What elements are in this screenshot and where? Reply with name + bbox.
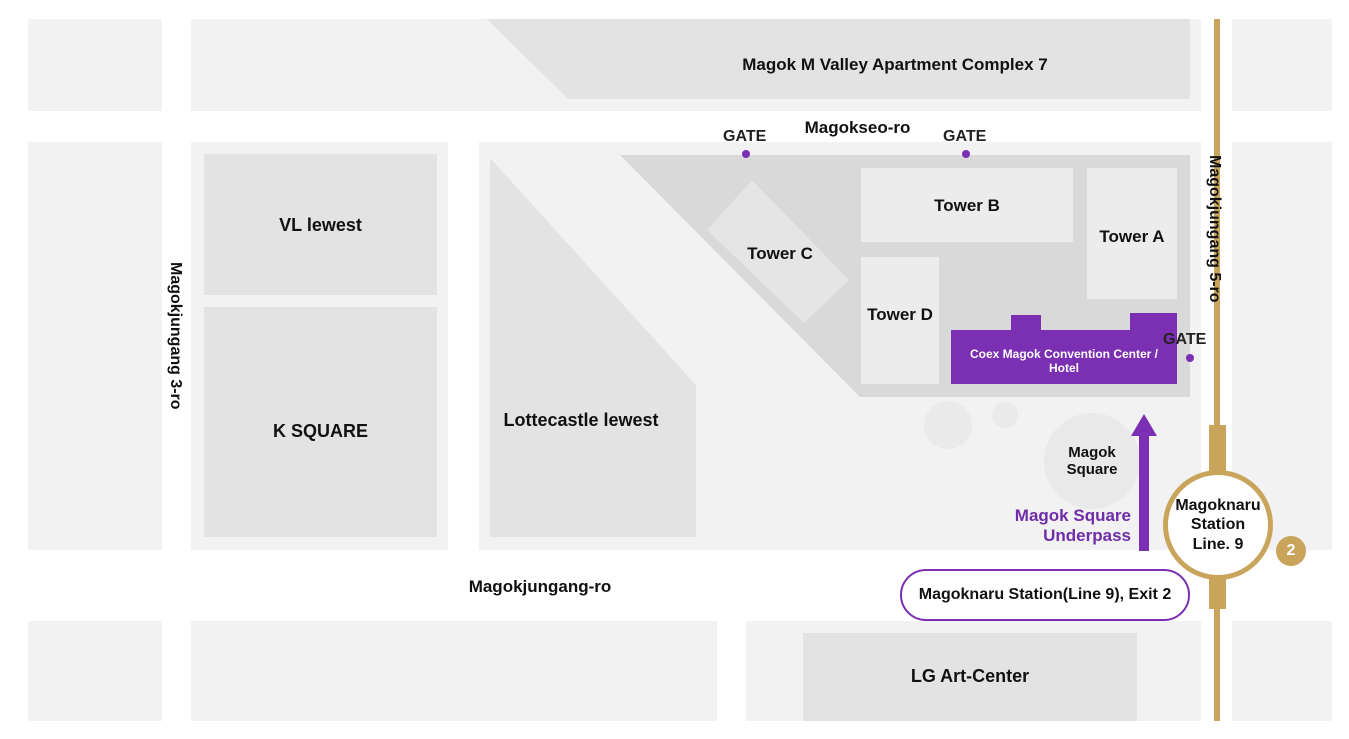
metro-line-9 <box>1214 19 1220 721</box>
block-top-left <box>28 19 162 111</box>
block-bottom-right <box>1232 621 1332 721</box>
tower-b-label: Tower B <box>934 196 1000 215</box>
magok-square-line1: Magok <box>1068 444 1116 461</box>
k-square-label: K SQUARE <box>272 421 368 441</box>
plaza-deco-small <box>992 402 1018 428</box>
tower-d-label: Tower D <box>867 305 933 324</box>
magok-square-line2: Square <box>1066 461 1118 479</box>
block-top-right <box>1232 19 1332 111</box>
plaza-deco-large <box>924 401 972 449</box>
gate-marker-2 <box>962 150 970 158</box>
road-magokseo-ro: Magokseo-ro <box>804 118 911 137</box>
vl-lewest-label: VL lewest <box>279 215 362 235</box>
magoknaru-station-marker: Magoknaru Station Line. 9 <box>1163 470 1273 580</box>
lg-art-center-label: LG Art-Center <box>910 666 1030 686</box>
convention-center-label: Coex Magok Convention Center / Hotel <box>951 338 1177 384</box>
station-line2: Station <box>1190 516 1246 534</box>
convention-line2: Hotel <box>1049 361 1079 375</box>
lottecastle-label-text: Lottecastle lewest <box>503 410 659 430</box>
exit-number-text: 2 <box>1286 542 1296 559</box>
apartment-label: Magok M Valley Apartment Complex 7 <box>742 55 1048 74</box>
underpass-label: Magok Square Underpass <box>985 506 1131 547</box>
block-mid-left <box>28 142 162 550</box>
exit-2-text: Magoknaru Station(Line 9), Exit 2 <box>918 586 1172 603</box>
gate-label-2: GATE <box>943 128 987 145</box>
station-line3: Line. 9 <box>1192 535 1244 553</box>
gate-label-1: GATE <box>723 128 767 145</box>
convention-line1: Coex Magok Convention Center / <box>969 346 1159 361</box>
block-bottom-mid <box>191 621 717 721</box>
exit-2-label: Magoknaru Station(Line 9), Exit 2 <box>900 569 1190 621</box>
station-line1: Magoknaru <box>1175 497 1261 515</box>
magok-square-label: Magok Square <box>1050 444 1134 479</box>
block-bottom-left <box>28 621 162 721</box>
gate-label-3: GATE <box>1163 331 1207 348</box>
road-magokjungang-5-ro: Magokjungang 5-ro <box>1206 155 1223 303</box>
underpass-line1: Magok Square <box>1014 506 1131 525</box>
underpass-line2: Underpass <box>1043 526 1131 546</box>
tower-c-label: Tower C <box>747 244 813 263</box>
underpass-arrow-shaft <box>1139 433 1149 551</box>
exit-number-badge: 2 <box>1276 536 1306 566</box>
gate-marker-1 <box>742 150 750 158</box>
tower-a-label: Tower A <box>1099 227 1165 246</box>
road-magokjungang-3-ro: Magokjungang 3-ro <box>167 262 184 410</box>
road-magokjungang-ro: Magokjungang-ro <box>468 577 612 596</box>
gate-marker-3 <box>1186 354 1194 362</box>
lottecastle-label: Lottecastle lewest <box>490 410 672 431</box>
